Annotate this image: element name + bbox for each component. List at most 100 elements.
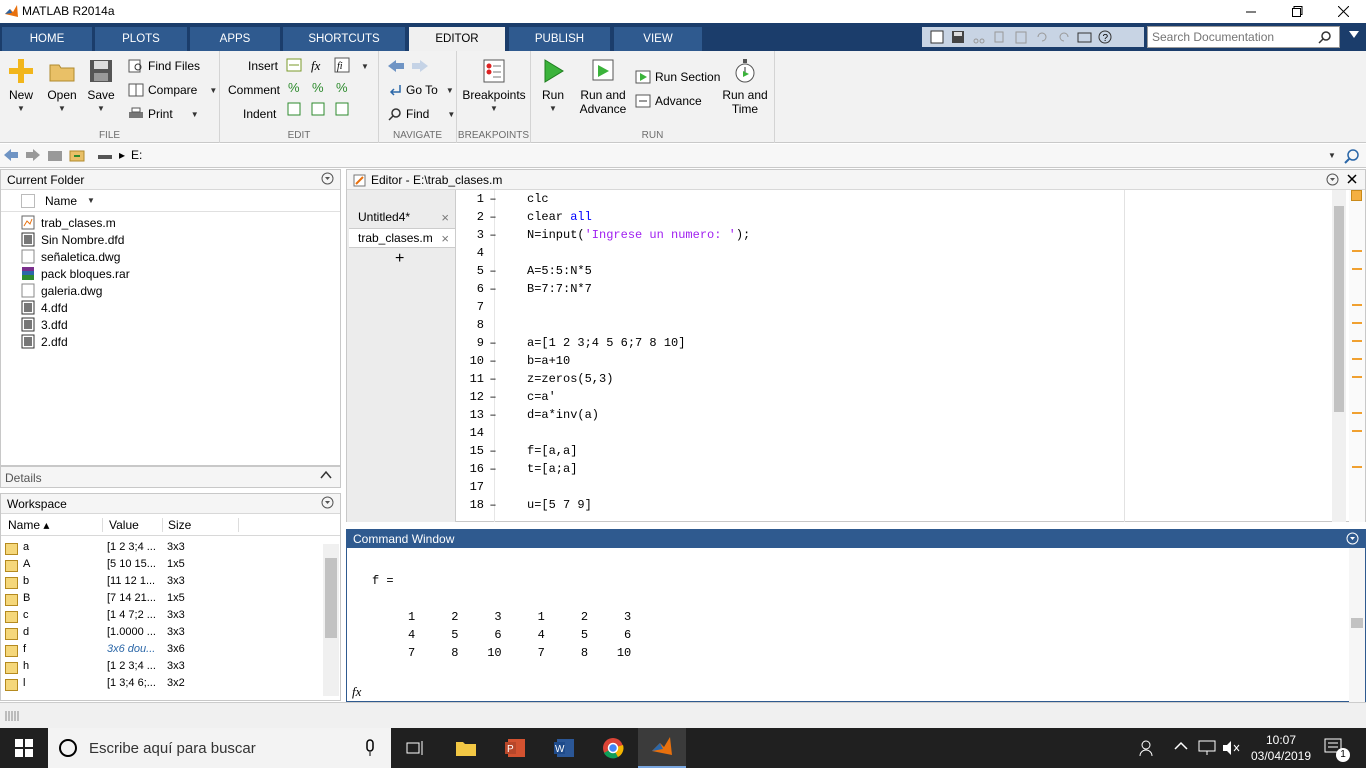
file-item[interactable]: pack bloques.rar xyxy=(1,265,340,282)
workspace-scroll-thumb[interactable] xyxy=(325,558,337,638)
cut-icon[interactable] xyxy=(972,30,987,44)
command-window[interactable]: Command Window f = 1 2 3 1 2 3 4 5 6 4 5… xyxy=(346,529,1366,702)
tab-publish[interactable]: PUBLISH xyxy=(509,27,610,51)
code-line[interactable]: 11– z=zeros(5,3) xyxy=(457,370,1317,388)
address-forward-icon[interactable] xyxy=(25,148,41,162)
breakpoint-dash-icon[interactable]: – xyxy=(487,192,499,206)
breakpoint-dash-icon[interactable]: – xyxy=(487,372,499,386)
file-item[interactable]: galeria.dwg xyxy=(1,282,340,299)
new-script-icon[interactable] xyxy=(930,30,945,44)
close-button[interactable] xyxy=(1320,0,1366,23)
up-folder-icon[interactable] xyxy=(47,148,63,162)
table-row[interactable]: B [7 14 21... 1x5 xyxy=(1,589,340,606)
insert-function-icon[interactable]: fx xyxy=(310,57,330,73)
goto-button[interactable]: Go To ▼ xyxy=(388,83,454,97)
undo-icon[interactable] xyxy=(1035,30,1050,44)
code-line[interactable]: 17 xyxy=(457,478,1317,496)
start-button[interactable] xyxy=(0,728,48,768)
breakpoint-dash-icon[interactable]: – xyxy=(487,390,499,404)
chrome-icon[interactable] xyxy=(589,728,637,768)
compare-button[interactable]: Compare ▼ xyxy=(128,83,217,97)
decrease-indent-icon[interactable] xyxy=(310,101,330,117)
table-row[interactable]: c [1 4 7;2 ... 3x3 xyxy=(1,606,340,623)
panel-menu-icon[interactable] xyxy=(321,172,334,185)
address-back-icon[interactable] xyxy=(3,148,19,162)
code-line[interactable]: 5– A=5:5:N*5 xyxy=(457,262,1317,280)
breakpoint-dash-icon[interactable]: – xyxy=(487,228,499,242)
breakpoint-dash-icon[interactable]: – xyxy=(487,210,499,224)
tab-view[interactable]: VIEW xyxy=(614,27,702,51)
word-icon[interactable]: W xyxy=(540,728,588,768)
breakpoint-dash-icon[interactable]: – xyxy=(487,408,499,422)
breakpoint-dash-icon[interactable]: – xyxy=(487,282,499,296)
maximize-button[interactable] xyxy=(1274,0,1320,23)
tab-plots[interactable]: PLOTS xyxy=(95,27,187,51)
insert-dropdown-icon[interactable]: ▼ xyxy=(361,62,369,71)
ribbon-collapse-icon[interactable] xyxy=(1349,31,1359,39)
redo-icon[interactable] xyxy=(1056,30,1071,44)
task-view-icon[interactable] xyxy=(392,728,440,768)
code-area[interactable]: 1– clc 2– clear all 3– N=input('Ingrese un nu… xyxy=(457,190,1325,522)
table-row[interactable]: d [1.0000 ... 3x3 xyxy=(1,623,340,640)
browse-folder-icon[interactable] xyxy=(69,148,85,162)
code-line[interactable]: 1– clc xyxy=(457,190,1317,208)
search-input[interactable] xyxy=(1148,30,1318,44)
editor-scrollbar[interactable] xyxy=(1332,190,1346,522)
breakpoints-button[interactable]: Breakpoints ▼ xyxy=(461,57,527,116)
breakpoint-dash-icon[interactable]: – xyxy=(487,462,499,476)
file-item[interactable]: 4.dfd xyxy=(1,299,340,316)
command-scroll-thumb[interactable] xyxy=(1351,618,1363,628)
forward-arrow-icon[interactable] xyxy=(411,58,429,74)
increase-indent-icon[interactable] xyxy=(334,101,354,117)
run-and-time-button[interactable]: Run and Time xyxy=(721,57,769,116)
chevron-up-icon[interactable] xyxy=(320,470,332,480)
table-row[interactable]: f 3x6 dou... 3x6 xyxy=(1,640,340,657)
table-row[interactable]: A [5 10 15... 1x5 xyxy=(1,555,340,572)
wrap-comments-icon[interactable]: % xyxy=(334,79,354,95)
people-icon[interactable] xyxy=(1124,728,1172,768)
breakpoint-dash-icon[interactable]: – xyxy=(487,444,499,458)
insert-button[interactable]: Insert xyxy=(248,59,278,73)
copy-icon[interactable] xyxy=(993,30,1008,44)
code-line[interactable]: 12– c=a' xyxy=(457,388,1317,406)
minimize-button[interactable] xyxy=(1228,0,1274,23)
address-path[interactable]: ▸ E: xyxy=(97,148,142,162)
code-line[interactable]: 15– f=[a,a] xyxy=(457,442,1317,460)
tab-editor[interactable]: EDITOR xyxy=(409,27,505,51)
add-tab-button[interactable]: + xyxy=(395,250,404,268)
search-documentation-field[interactable] xyxy=(1147,26,1340,48)
taskbar-search-box[interactable]: Escribe aquí para buscar xyxy=(48,728,391,768)
find-files-button[interactable]: Find Files xyxy=(128,59,200,73)
powerpoint-icon[interactable]: P xyxy=(491,728,539,768)
network-icon[interactable] xyxy=(1198,740,1216,756)
close-tab-icon[interactable]: × xyxy=(441,231,449,246)
breakpoint-dash-icon[interactable]: – xyxy=(487,498,499,512)
code-line[interactable]: 4 xyxy=(457,244,1317,262)
smart-indent-icon[interactable] xyxy=(286,101,306,117)
code-line[interactable]: 10– b=a+10 xyxy=(457,352,1317,370)
panel-menu-icon[interactable] xyxy=(1326,173,1339,186)
save-button[interactable]: Save ▼ xyxy=(86,57,116,116)
code-line[interactable]: 14 xyxy=(457,424,1317,442)
uncomment-icon[interactable]: % xyxy=(310,79,330,95)
tab-home[interactable]: HOME xyxy=(2,27,92,51)
file-item[interactable]: 2.dfd xyxy=(1,333,340,350)
file-item[interactable]: 3.dfd xyxy=(1,316,340,333)
panel-menu-icon[interactable] xyxy=(321,496,334,509)
close-tab-icon[interactable]: × xyxy=(441,210,449,225)
code-line[interactable]: 8 xyxy=(457,316,1317,334)
code-line[interactable]: 3– N=input('Ingrese un numero: '); xyxy=(457,226,1317,244)
code-line[interactable]: 7 xyxy=(457,298,1317,316)
tab-apps[interactable]: APPS xyxy=(190,27,280,51)
chevron-up-icon[interactable] xyxy=(1174,741,1188,751)
address-dropdown-icon[interactable]: ▼ xyxy=(1328,151,1336,160)
find-button[interactable]: Find ▼ xyxy=(388,107,455,121)
run-section-button[interactable]: Run Section xyxy=(635,70,720,84)
paste-icon[interactable] xyxy=(1014,30,1029,44)
folder-col-name[interactable]: Name xyxy=(45,194,77,208)
code-analyzer-bar[interactable] xyxy=(1349,190,1365,522)
ws-col-value[interactable]: Value xyxy=(103,517,163,532)
advance-button[interactable]: Advance xyxy=(635,94,702,108)
tab-trab-clases[interactable]: trab_clases.m × xyxy=(349,228,455,248)
indent-button[interactable]: Indent xyxy=(243,107,276,121)
